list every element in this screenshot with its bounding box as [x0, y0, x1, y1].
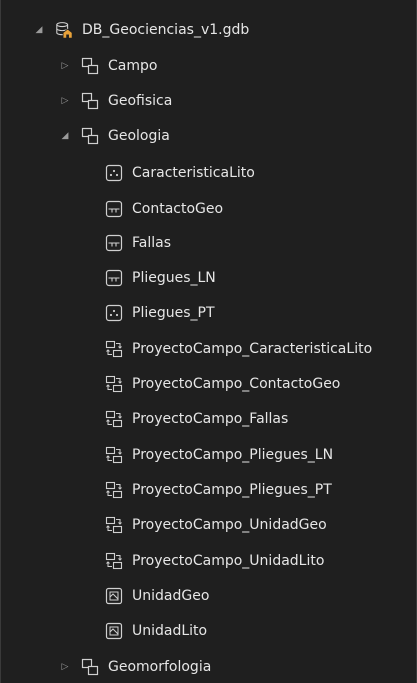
chevron-expanded-icon[interactable]: ◢ [33, 25, 45, 35]
chevron-collapsed-icon[interactable]: ▷ [59, 96, 71, 106]
tree-item-pliegues-ln[interactable]: Pliegues_LN [105, 262, 216, 294]
tree-item-label: ProyectoCampo_Pliegues_PT [132, 482, 332, 498]
tree-root-label: DB_Geociencias_v1.gdb [82, 22, 250, 38]
relationship-class-icon [105, 552, 123, 570]
tree-item-label: Geomorfologia [108, 659, 212, 675]
tree-item-label: Geofisica [108, 93, 173, 109]
geodatabase-icon [55, 21, 73, 39]
tree-item-geofisica[interactable]: ▷ Geofisica [59, 85, 172, 117]
tree-item-contactogeo[interactable]: ContactoGeo [105, 193, 223, 225]
relationship-class-icon [105, 516, 123, 534]
catalog-panel: ◢ DB_Geociencias_v1.gdb ▷ Campo ▷ Geofis… [0, 0, 417, 683]
tree-item-campo[interactable]: ▷ Campo [59, 50, 157, 82]
tree-item-label: ProyectoCampo_UnidadGeo [132, 517, 327, 533]
line-feature-class-icon [105, 234, 123, 252]
feature-dataset-icon [81, 57, 99, 75]
tree-item-proyectocampo-caracteristicalito[interactable]: ProyectoCampo_CaracteristicaLito [105, 333, 372, 365]
feature-dataset-icon [81, 92, 99, 110]
tree-item-label: Pliegues_LN [132, 270, 216, 286]
tree-item-proyectocampo-unidadlito[interactable]: ProyectoCampo_UnidadLito [105, 545, 324, 577]
relationship-class-icon [105, 375, 123, 393]
tree-item-proyectocampo-fallas[interactable]: ProyectoCampo_Fallas [105, 403, 288, 435]
tree-item-label: Geologia [108, 128, 170, 144]
tree-item-label: UnidadGeo [132, 588, 210, 604]
tree-item-label: Fallas [132, 235, 171, 251]
relationship-class-icon [105, 481, 123, 499]
tree-item-unidadgeo[interactable]: UnidadGeo [105, 580, 209, 612]
point-feature-class-icon [105, 304, 123, 322]
line-feature-class-icon [105, 200, 123, 218]
tree-item-label: ProyectoCampo_CaracteristicaLito [132, 341, 373, 357]
tree-item-label: ProyectoCampo_ContactoGeo [132, 376, 341, 392]
tree-item-label: Pliegues_PT [132, 305, 215, 321]
point-feature-class-icon [105, 164, 123, 182]
tree-item-proyectocampo-contactogeo[interactable]: ProyectoCampo_ContactoGeo [105, 368, 340, 400]
tree-item-caracteristicalito[interactable]: CaracteristicaLito [105, 157, 255, 189]
relationship-class-icon [105, 410, 123, 428]
raster-icon [105, 587, 123, 605]
tree-item-label: ProyectoCampo_UnidadLito [132, 553, 325, 569]
tree-item-proyectocampo-pliegues-pt[interactable]: ProyectoCampo_Pliegues_PT [105, 474, 332, 506]
feature-dataset-icon [81, 658, 99, 676]
tree-item-label: Campo [108, 58, 158, 74]
tree-item-geomorfologia[interactable]: ▷ Geomorfologia [59, 651, 211, 683]
tree-item-pliegues-pt[interactable]: Pliegues_PT [105, 297, 215, 329]
tree-item-label: ContactoGeo [132, 201, 224, 217]
chevron-collapsed-icon[interactable]: ▷ [59, 61, 71, 71]
tree-item-fallas[interactable]: Fallas [105, 227, 171, 259]
chevron-collapsed-icon[interactable]: ▷ [59, 662, 71, 672]
tree-item-label: ProyectoCampo_Fallas [132, 411, 289, 427]
tree-item-unidadlito[interactable]: UnidadLito [105, 615, 207, 647]
tree-item-label: CaracteristicaLito [132, 165, 255, 181]
line-feature-class-icon [105, 269, 123, 287]
raster-icon [105, 622, 123, 640]
feature-dataset-icon [81, 127, 99, 145]
tree-root-gdb[interactable]: ◢ DB_Geociencias_v1.gdb [33, 14, 249, 46]
tree-item-label: UnidadLito [132, 623, 208, 639]
tree-item-proyectocampo-unidadgeo[interactable]: ProyectoCampo_UnidadGeo [105, 509, 327, 541]
relationship-class-icon [105, 340, 123, 358]
relationship-class-icon [105, 446, 123, 464]
tree-item-proyectocampo-pliegues-ln[interactable]: ProyectoCampo_Pliegues_LN [105, 439, 333, 471]
tree-item-geologia[interactable]: ◢ Geologia [59, 120, 170, 152]
chevron-expanded-icon[interactable]: ◢ [59, 131, 71, 141]
tree-item-label: ProyectoCampo_Pliegues_LN [132, 447, 334, 463]
